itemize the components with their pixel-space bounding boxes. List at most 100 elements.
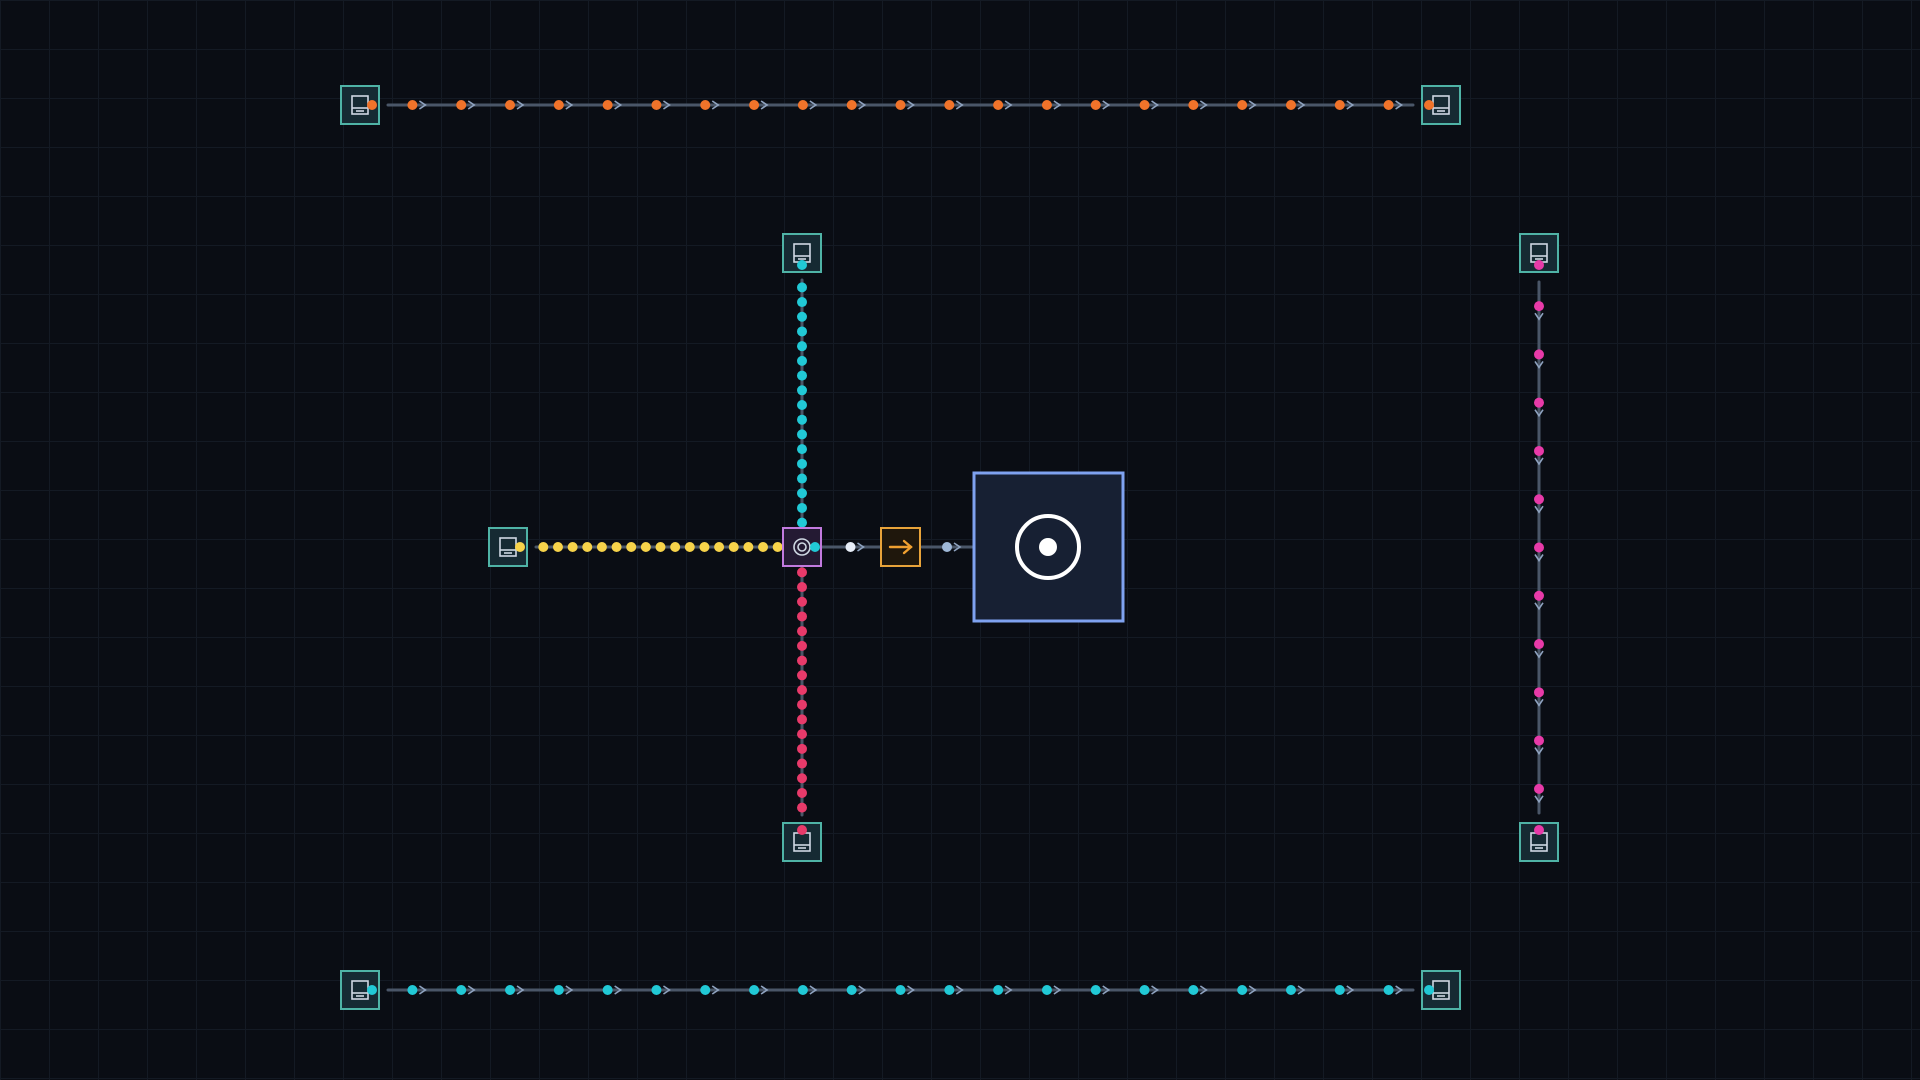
resource-item: [797, 729, 807, 740]
resource-item: [797, 458, 807, 469]
port-item: [810, 542, 820, 552]
resource-item: [846, 985, 857, 995]
resource-item: [626, 542, 637, 552]
resource-item: [772, 542, 783, 552]
resource-item: [1237, 985, 1248, 995]
resource-item: [553, 100, 564, 110]
resource-item: [797, 297, 807, 308]
port-item: [1424, 100, 1434, 110]
extractor-left[interactable]: [488, 527, 528, 567]
resource-item: [1285, 985, 1296, 995]
resource-item: [797, 773, 807, 784]
resource-item: [797, 282, 807, 293]
resource-item: [797, 655, 807, 666]
resource-item: [714, 542, 725, 552]
resource-item: [1090, 100, 1101, 110]
belt-center-down[interactable]: [797, 563, 807, 817]
resource-item: [1041, 100, 1052, 110]
resource-item: [797, 802, 807, 813]
resource-item: [942, 542, 952, 552]
resource-item: [797, 758, 807, 769]
resource-item: [700, 985, 711, 995]
resource-item: [1534, 735, 1544, 746]
resource-item: [684, 542, 695, 552]
resource-item: [797, 787, 807, 798]
resource-item: [1534, 639, 1544, 650]
resource-item: [797, 444, 807, 455]
resource-item: [797, 670, 807, 681]
resource-item: [1534, 397, 1544, 408]
resource-item: [1383, 100, 1394, 110]
resource-item: [602, 985, 613, 995]
resource-item: [797, 473, 807, 484]
resource-item: [797, 400, 807, 410]
game-board[interactable]: [0, 0, 1920, 1080]
central-hub[interactable]: [972, 471, 1125, 623]
resource-item: [993, 985, 1004, 995]
resource-item: [651, 985, 662, 995]
resource-item: [797, 596, 807, 607]
extractor-bottom-right[interactable]: [1421, 970, 1461, 1010]
resource-item: [640, 542, 651, 552]
resource-item: [797, 517, 807, 528]
resource-item: [1285, 100, 1296, 110]
belt-center-up[interactable]: [797, 278, 807, 532]
port-item: [1534, 260, 1544, 270]
resource-item: [407, 100, 418, 110]
output-node[interactable]: [880, 527, 921, 567]
port-item: [367, 985, 377, 995]
extractor-center-bottom[interactable]: [782, 822, 822, 862]
resource-item: [797, 370, 807, 381]
extractor-right-top[interactable]: [1519, 233, 1559, 273]
extractor-right-bottom[interactable]: [1519, 822, 1559, 862]
resource-item: [1534, 494, 1544, 505]
resource-item: [797, 714, 807, 725]
resource-item: [1534, 783, 1544, 794]
resource-item: [797, 567, 807, 578]
port-item: [515, 542, 525, 552]
resource-item: [1534, 590, 1544, 601]
resource-item: [797, 582, 807, 593]
resource-item: [743, 542, 754, 552]
resource-item: [1534, 687, 1544, 698]
resource-item: [797, 611, 807, 622]
resource-item: [797, 414, 807, 425]
resource-item: [1237, 100, 1248, 110]
resource-item: [1188, 985, 1199, 995]
resource-item: [728, 542, 739, 552]
resource-item: [553, 985, 564, 995]
resource-item: [1041, 985, 1052, 995]
resource-item: [797, 341, 807, 352]
resource-item: [797, 488, 807, 499]
resource-item: [797, 985, 808, 995]
port-item: [1424, 985, 1434, 995]
resource-item: [1188, 100, 1199, 110]
resource-item: [407, 985, 418, 995]
resource-item: [1534, 542, 1544, 553]
resource-item: [797, 743, 807, 754]
resource-item: [797, 699, 807, 710]
resource-item: [797, 502, 807, 513]
resource-item: [456, 985, 467, 995]
extractor-center-top[interactable]: [782, 233, 822, 273]
extractor-bottom-left[interactable]: [340, 970, 380, 1010]
resource-item: [749, 100, 760, 110]
resource-item: [797, 429, 807, 440]
resource-item: [651, 100, 662, 110]
resource-item: [797, 685, 807, 695]
resource-item: [1534, 349, 1544, 360]
resource-item: [845, 542, 856, 552]
extractor-top-right[interactable]: [1421, 85, 1461, 125]
resource-item: [797, 100, 808, 110]
resource-item: [1139, 985, 1150, 995]
resource-item: [611, 542, 622, 552]
merger-router[interactable]: [782, 527, 822, 567]
resource-item: [944, 100, 955, 110]
resource-item: [993, 100, 1004, 110]
port-item: [797, 260, 807, 270]
resource-item: [797, 385, 807, 396]
belt-left-yellow[interactable]: [534, 542, 787, 552]
resource-item: [1383, 985, 1394, 995]
extractor-top-left[interactable]: [340, 85, 380, 125]
resource-item: [699, 542, 710, 552]
